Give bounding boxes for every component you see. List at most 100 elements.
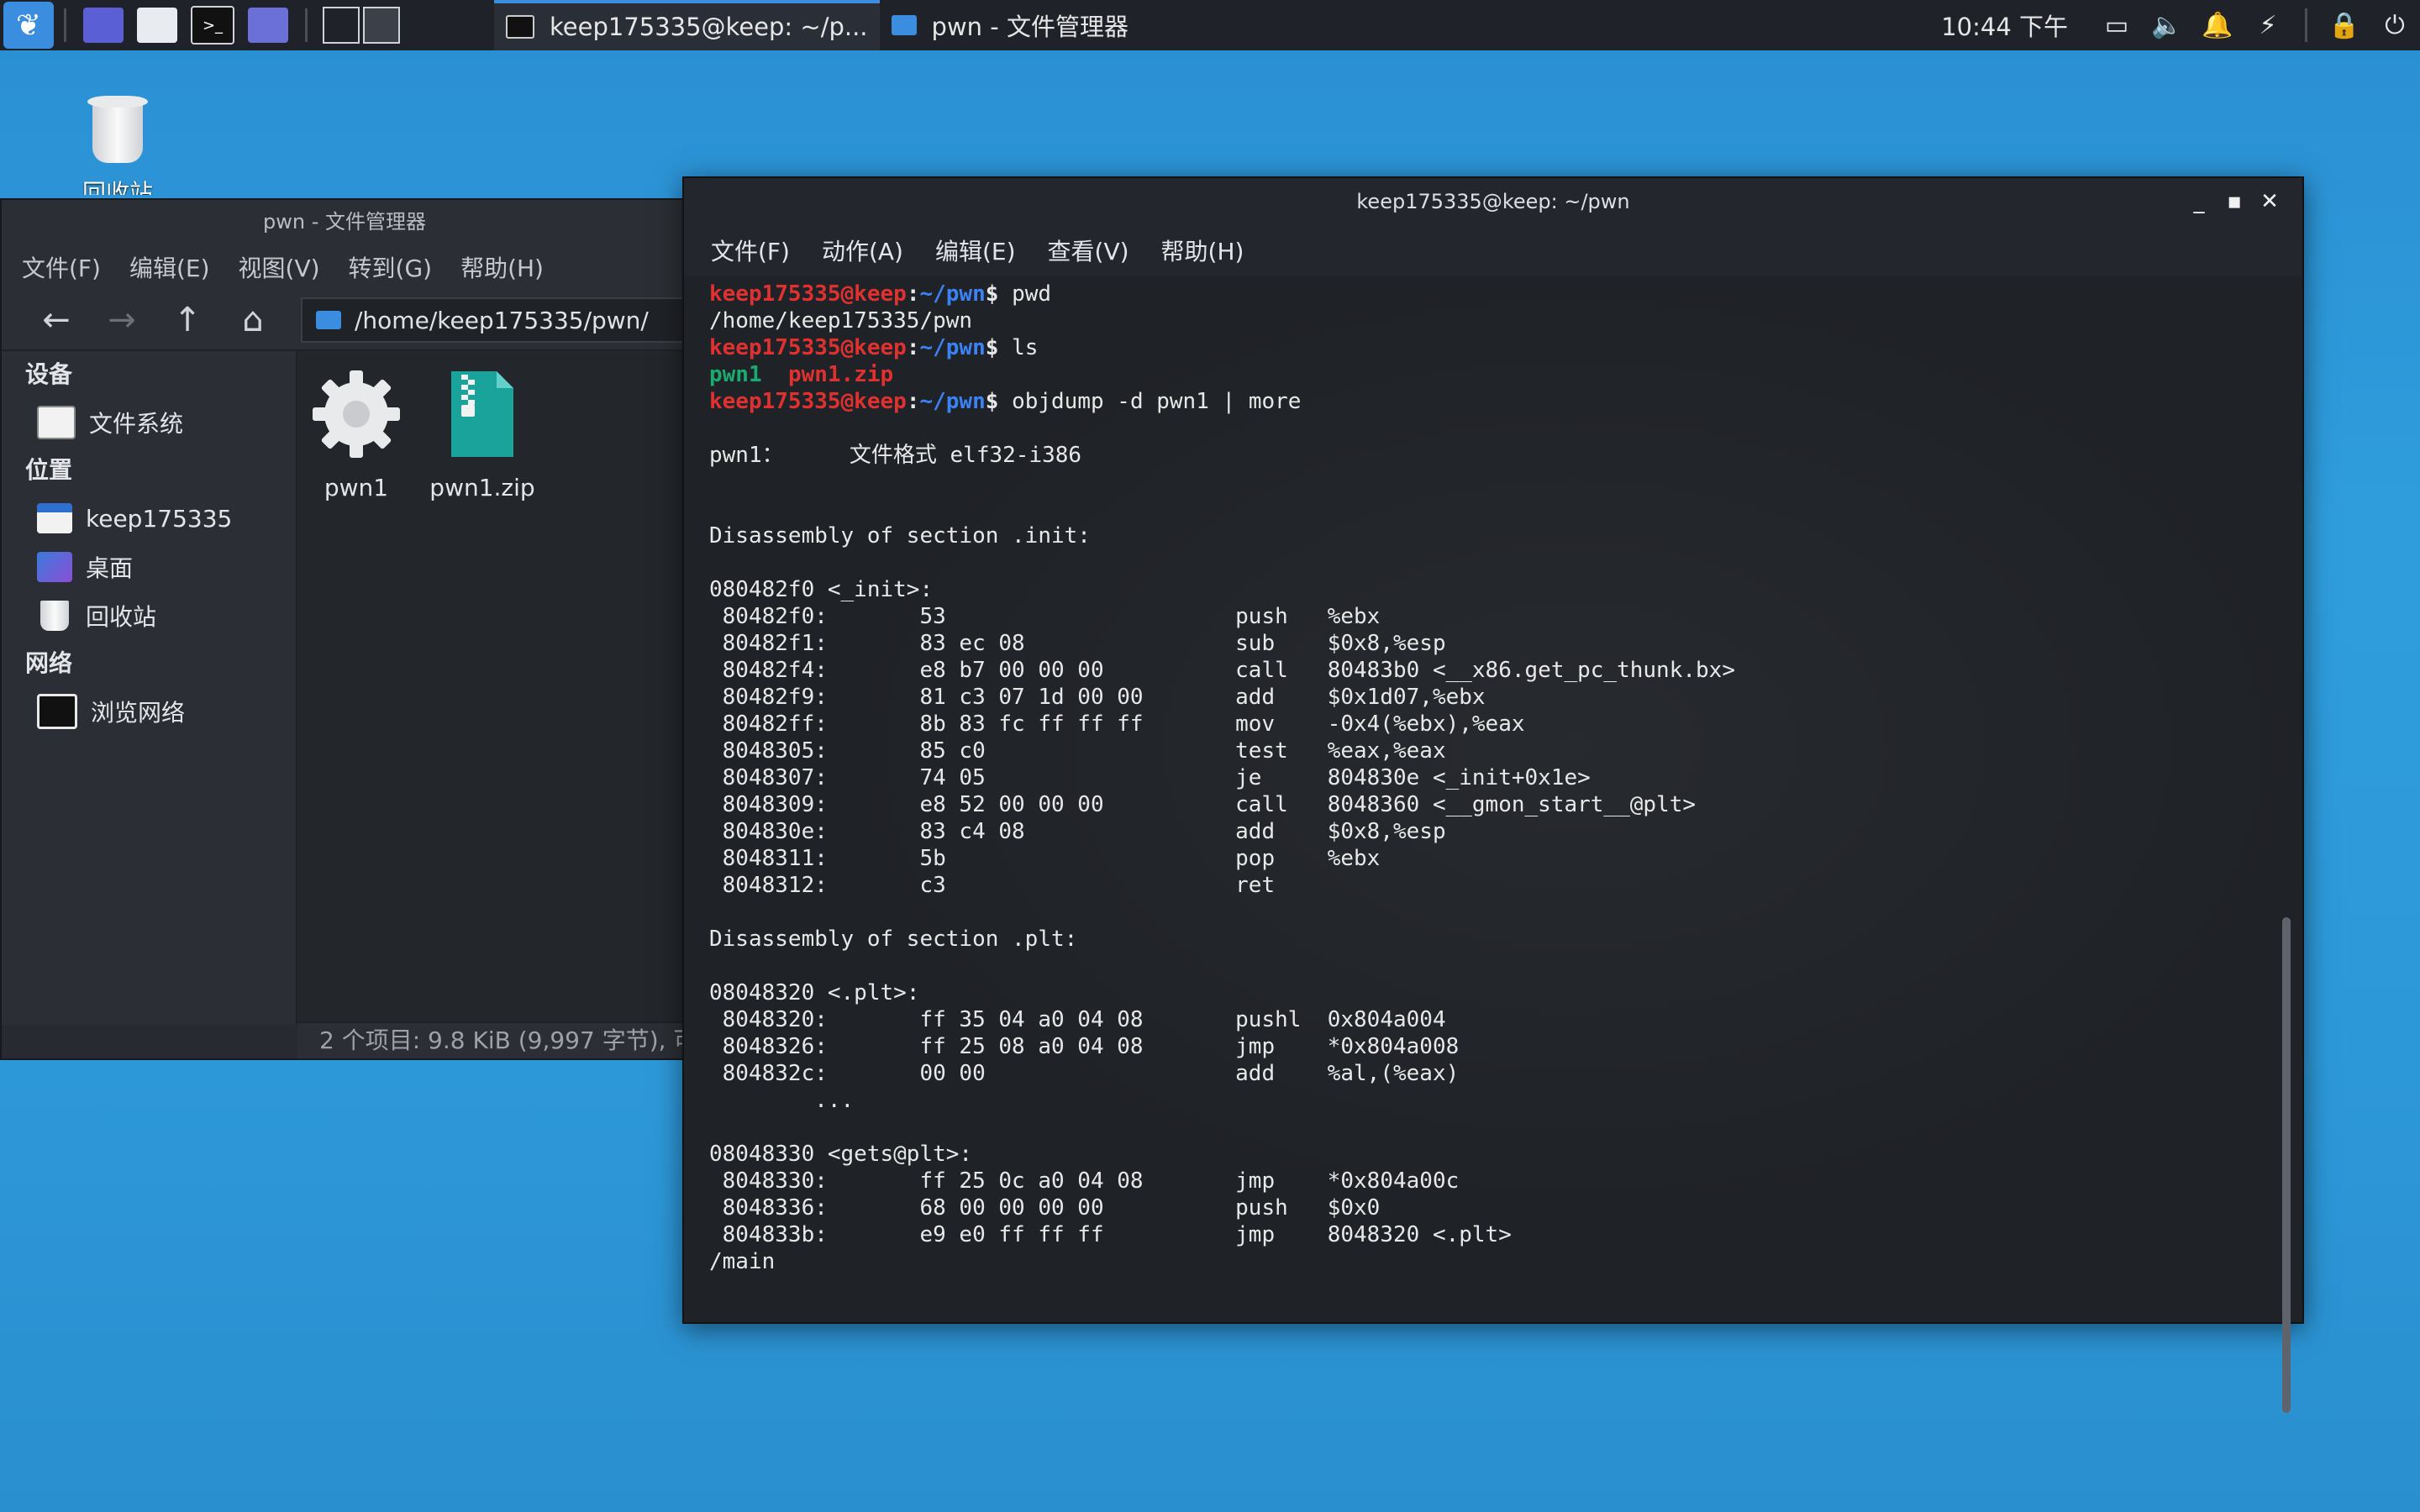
tray-separator <box>2305 8 2307 42</box>
menu-actions[interactable]: 动作(A) <box>822 234 903 267</box>
terminal-output[interactable]: keep175335@keep:~/pwn$ pwd /home/keep175… <box>684 276 2302 1322</box>
command-text: objdump -d pwn1 | more <box>1012 389 1302 414</box>
sidebar-item-desktop[interactable]: 桌面 <box>2 543 296 591</box>
task-terminal[interactable]: keep175335@keep: ~/p... <box>494 0 880 50</box>
file-view[interactable]: pwn1 pwn1.zip <box>297 351 687 1025</box>
menu-view[interactable]: 视图(V) <box>239 250 320 284</box>
terminal-scrollbar[interactable] <box>2282 296 2291 1413</box>
task-file-manager[interactable]: pwn - 文件管理器 <box>880 0 1140 50</box>
home-folder-icon <box>37 503 72 533</box>
menu-file[interactable]: 文件(F) <box>22 250 101 284</box>
sidebar-header-devices: 设备 <box>25 360 73 388</box>
drive-icon <box>37 406 76 439</box>
output-line: Disassembly of section .init: <box>709 523 1091 549</box>
output-line: 8048320: ff 35 04 a0 04 08 pushl 0x804a0… <box>709 1007 1446 1032</box>
kali-menu-icon[interactable]: ❦ <box>3 2 54 49</box>
taskbar: ❦ >_ keep175335@keep: ~/p... pwn - 文件管理器… <box>0 0 2420 50</box>
command-text: ls <box>1012 335 1039 360</box>
location-bar[interactable]: /home/keep175335/pwn/ <box>301 297 687 343</box>
output-line: 80482ff: 8b 83 fc ff ff ff mov -0x4(%ebx… <box>709 711 1525 737</box>
clock[interactable]: 10:44 下午 <box>1941 8 2068 43</box>
workspace-2[interactable] <box>363 7 400 44</box>
taskbar-separator <box>305 8 308 42</box>
output-line: 804833b: e9 e0 ff ff ff jmp 8048320 <.pl… <box>709 1222 1512 1247</box>
file-manager-launcher-icon[interactable] <box>137 8 177 43</box>
sidebar-item-network[interactable]: 浏览网络 <box>2 687 296 736</box>
home-icon[interactable]: ⌂ <box>220 301 286 339</box>
output-line: 8048305: 85 c0 test %eax,%eax <box>709 738 1446 764</box>
menu-view[interactable]: 查看(V) <box>1048 234 1129 267</box>
menu-file[interactable]: 文件(F) <box>711 234 790 267</box>
status-bar: 2 个项目: 9.8 KiB (9,997 字节), 可 <box>297 1021 687 1058</box>
output-line: /main <box>709 1249 776 1274</box>
prompt-line: keep175335@keep:~/pwn$ pwd <box>709 281 1052 307</box>
volume-icon[interactable]: 🔈 <box>2150 8 2184 42</box>
output-line: 804830e: 83 c4 08 add $0x8,%esp <box>709 819 1446 844</box>
location-path: /home/keep175335/pwn/ <box>355 306 649 334</box>
power-manager-icon[interactable]: ⚡ <box>2251 8 2285 42</box>
output-line: 80482f9: 81 c3 07 1d 00 00 add $0x1d07,%… <box>709 685 1486 710</box>
notification-bell-icon[interactable]: 🔔 <box>2201 8 2234 42</box>
prompt-path: ~/pwn <box>919 389 986 414</box>
maximize-icon[interactable]: ▪ <box>2217 185 2252 218</box>
terminal-titlebar[interactable]: keep175335@keep: ~/pwn _ ▪ ✕ <box>684 178 2302 225</box>
prompt-user: keep175335@keep <box>709 281 907 307</box>
terminal-menubar: 文件(F) 动作(A) 编辑(E) 查看(V) 帮助(H) <box>684 225 2302 276</box>
system-tray: 10:44 下午 ▭ 🔈 🔔 ⚡ 🔒 ⏻ <box>1941 0 2420 50</box>
output-line: 804832c: 00 00 add %al,(%eax) <box>709 1061 1460 1086</box>
output-line: /home/keep175335/pwn <box>709 308 973 333</box>
lock-icon[interactable]: 🔒 <box>2328 8 2361 42</box>
sidebar-item-home[interactable]: keep175335 <box>2 494 296 543</box>
up-arrow-icon[interactable]: ↑ <box>155 301 220 339</box>
file-manager-menubar: 文件(F) 编辑(E) 视图(V) 转到(G) 帮助(H) <box>2 244 687 291</box>
menu-go[interactable]: 转到(G) <box>349 250 433 284</box>
workspace-switcher[interactable] <box>321 7 402 44</box>
output-line: pwn1： 文件格式 elf32-i386 <box>709 443 1082 468</box>
terminal-launcher-icon[interactable]: >_ <box>191 6 234 45</box>
sidebar-item-label: keep175335 <box>86 504 233 533</box>
screenshot-launcher-icon[interactable] <box>248 8 288 43</box>
ls-entry-executable: pwn1 <box>709 362 762 387</box>
output-line: 8048330: ff 25 0c a0 04 08 jmp *0x804a00… <box>709 1168 1460 1194</box>
menu-help[interactable]: 帮助(H) <box>460 250 544 284</box>
desktop-trash[interactable]: 回收站 <box>76 91 160 195</box>
display-icon[interactable]: ▭ <box>2100 8 2133 42</box>
scrollbar-thumb[interactable] <box>2282 917 2291 1413</box>
output-line: 80482f1: 83 ec 08 sub $0x8,%esp <box>709 631 1446 656</box>
output-line: 08048320 <.plt>: <box>709 980 920 1005</box>
sidebar-item-filesystem[interactable]: 文件系统 <box>2 398 296 447</box>
prompt-user: keep175335@keep <box>709 335 907 360</box>
output-line: Disassembly of section .plt: <box>709 927 1078 952</box>
minimize-icon[interactable]: _ <box>2181 185 2217 218</box>
terminal-icon <box>506 15 534 39</box>
menu-help[interactable]: 帮助(H) <box>1161 234 1244 267</box>
menu-edit[interactable]: 编辑(E) <box>935 234 1016 267</box>
output-line: ... <box>709 1088 855 1113</box>
file-manager-titlebar[interactable]: pwn - 文件管理器 <box>2 200 687 244</box>
file-item-pwn1[interactable]: pwn1 <box>297 368 415 501</box>
sidebar-item-label: 文件系统 <box>89 410 184 438</box>
file-name: pwn1.zip <box>429 474 535 501</box>
close-icon[interactable]: ✕ <box>2252 185 2287 218</box>
forward-arrow-icon[interactable]: → <box>89 301 155 339</box>
logout-icon[interactable]: ⏻ <box>2378 8 2412 42</box>
menu-edit[interactable]: 编辑(E) <box>129 250 210 284</box>
output-line: 8048336: 68 00 00 00 00 push $0x0 <box>709 1195 1381 1221</box>
back-arrow-icon[interactable]: ← <box>24 301 89 339</box>
network-monitor-icon <box>37 694 77 729</box>
show-desktop-icon[interactable] <box>83 8 124 43</box>
prompt-line: keep175335@keep:~/pwn$ ls <box>709 335 1039 360</box>
workspace-1[interactable] <box>323 7 360 44</box>
file-item-pwn1-zip[interactable]: pwn1.zip <box>424 368 541 501</box>
trash-icon <box>87 91 148 166</box>
output-line: 8048312: c3 ret <box>709 873 1276 898</box>
zip-archive-icon <box>451 371 513 457</box>
output-line: 80482f4: e8 b7 00 00 00 call 80483b0 <__… <box>709 658 1735 683</box>
terminal-window: keep175335@keep: ~/pwn _ ▪ ✕ 文件(F) 动作(A)… <box>682 176 2304 1413</box>
sidebar-item-trash[interactable]: 回收站 <box>2 591 296 640</box>
task-label: pwn - 文件管理器 <box>931 13 1128 41</box>
